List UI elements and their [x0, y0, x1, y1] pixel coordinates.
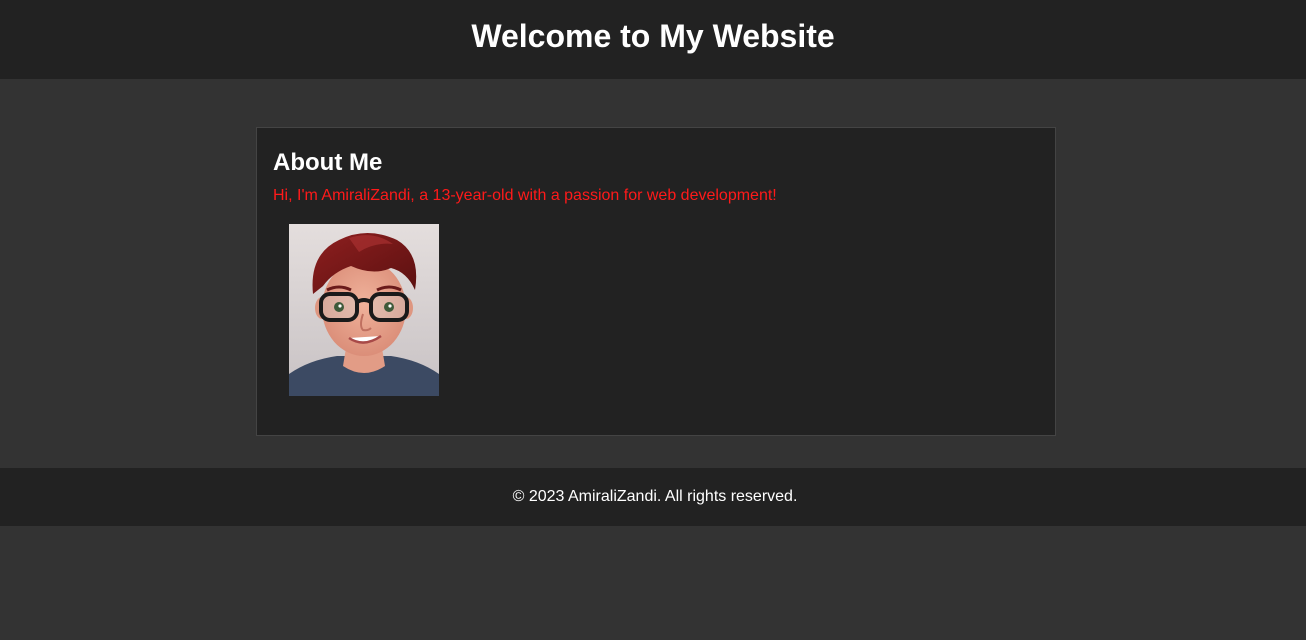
page-title: Welcome to My Website — [471, 18, 835, 54]
about-heading: About Me — [273, 149, 383, 176]
avatar — [289, 224, 439, 396]
avatar-portrait-image — [289, 224, 439, 396]
about-intro-text: Hi, I'm AmiraliZandi, a 13-year-old with… — [273, 187, 777, 204]
site-footer: © 2023 AmiraliZandi. All rights reserved… — [0, 468, 1306, 526]
about-section: About Me Hi, I'm AmiraliZandi, a 13-year… — [256, 127, 1056, 436]
site-header: Welcome to My Website — [0, 0, 1306, 79]
copyright-text: © 2023 AmiraliZandi. All rights reserved… — [512, 488, 798, 505]
